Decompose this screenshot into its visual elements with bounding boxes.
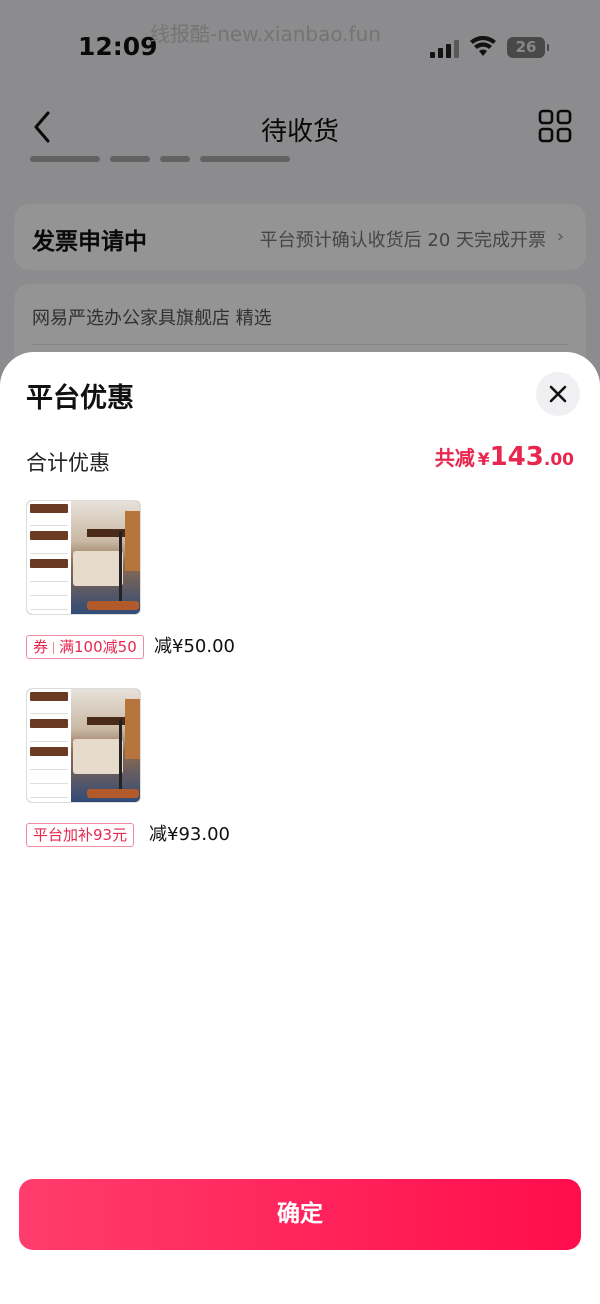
coupon-tag-text: 满100减50 [59,638,137,656]
discount-sheet: 平台优惠 合计优惠 共减 ¥ 143 .00 券 满100减50 减¥50.00… [0,352,600,1304]
subsidy-tag: 平台加补93元 [26,823,135,847]
coupon-tag: 券满100减50 [26,635,144,659]
total-yen: ¥ [477,450,490,470]
total-discount-label: 合计优惠 [26,451,110,475]
total-discount-amount: 共减 ¥ 143 .00 [435,442,574,472]
close-button[interactable] [536,372,580,416]
reduce-amount: 减¥93.00 [149,824,230,845]
product-image[interactable] [26,688,141,803]
confirm-button[interactable]: 确定 [19,1179,581,1250]
total-dec: .00 [543,450,574,470]
close-icon [549,385,567,403]
sheet-title: 平台优惠 [26,383,134,414]
total-prefix: 共减 [434,446,475,470]
coupon-tag-prefix: 券 [33,638,49,656]
product-image[interactable] [26,500,141,615]
total-int: 143 [489,442,544,472]
reduce-amount: 减¥50.00 [154,636,235,657]
